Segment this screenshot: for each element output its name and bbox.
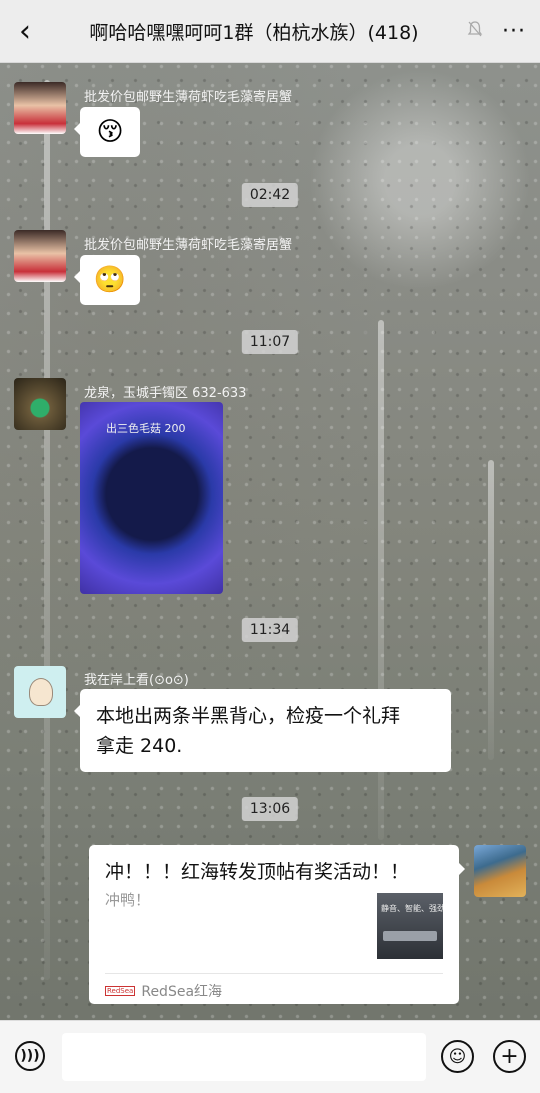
thumbnail-text: 静音、智能、强劲 [381,904,443,913]
avatar[interactable] [14,230,66,282]
message-input[interactable] [62,1033,426,1081]
chat-screen: ‹ 啊哈哈嘿嘿呵呵1群（柏杭水族）(418) ··· 批发价包邮野生薄荷虾吃毛藻… [0,0,540,1093]
timestamp: 11:34 [241,618,299,642]
link-card-message[interactable]: 冲！！！红海转发顶帖有奖活动！！ 冲鸭！ 静音、智能、强劲 RedSea Red… [89,845,465,1004]
more-dots-icon: ··· [502,18,526,44]
emoji-message[interactable]: 🙄 [74,255,140,305]
timestamp: 02:42 [241,183,299,207]
rain-streak [488,460,494,760]
message-text-line: 拿走 240. [96,735,183,757]
more-button[interactable]: ··· [488,19,540,44]
add-button[interactable]: + [493,1040,526,1073]
message-text-line: 本地出两条半黑背心，检疫一个礼拜 [96,705,401,727]
avatar[interactable] [14,666,66,718]
back-button[interactable]: ‹ [0,0,50,62]
text-message[interactable]: 本地出两条半黑背心，检疫一个礼拜 拿走 240. [74,689,451,772]
thumbnail-product [383,931,437,941]
emoji-button[interactable]: ☺ [441,1040,474,1073]
chat-header: ‹ 啊哈哈嘿嘿呵呵1群（柏杭水族）(418) ··· [0,0,540,63]
sender-name: 我在岸上看(⊙o⊙) [84,673,189,688]
chat-title: 啊哈哈嘿嘿呵呵1群（柏杭水族）(418) [89,21,419,44]
image-caption: 出三色毛菇 200 [106,422,186,435]
input-bar: ))) ☺ + [0,1020,540,1093]
timestamp: 11:07 [241,330,299,354]
chevron-left-icon: ‹ [19,13,31,49]
image-message[interactable]: 出三色毛菇 200 [80,402,223,594]
emoji-icon: ☺ [448,1046,467,1067]
divider [105,973,443,974]
my-avatar[interactable] [474,845,526,897]
card-description: 冲鸭！ [105,891,151,909]
plus-icon: + [500,1044,519,1069]
bell-off-icon [462,20,488,42]
avatar[interactable] [14,82,66,134]
source-name: RedSea红海 [141,984,223,1000]
voice-icon: ))) [20,1048,40,1064]
sender-name: 批发价包邮野生薄荷虾吃毛藻寄居蟹 [84,238,293,253]
rain-streak [44,80,50,980]
avatar[interactable] [14,378,66,430]
voice-button[interactable]: ))) [15,1041,45,1071]
sender-name: 批发价包邮野生薄荷虾吃毛藻寄居蟹 [84,90,293,105]
sender-name: 龙泉，玉城手镯区 632-633 [84,386,247,401]
source-logo: RedSea [105,986,136,996]
card-title: 冲！！！红海转发顶帖有奖活动！！ [105,861,410,883]
timestamp: 13:06 [241,797,299,821]
card-thumbnail: 静音、智能、强劲 [377,893,443,959]
card-source: RedSea RedSea红海 [105,981,222,1001]
emoji-message[interactable]: 😚 [74,107,140,157]
